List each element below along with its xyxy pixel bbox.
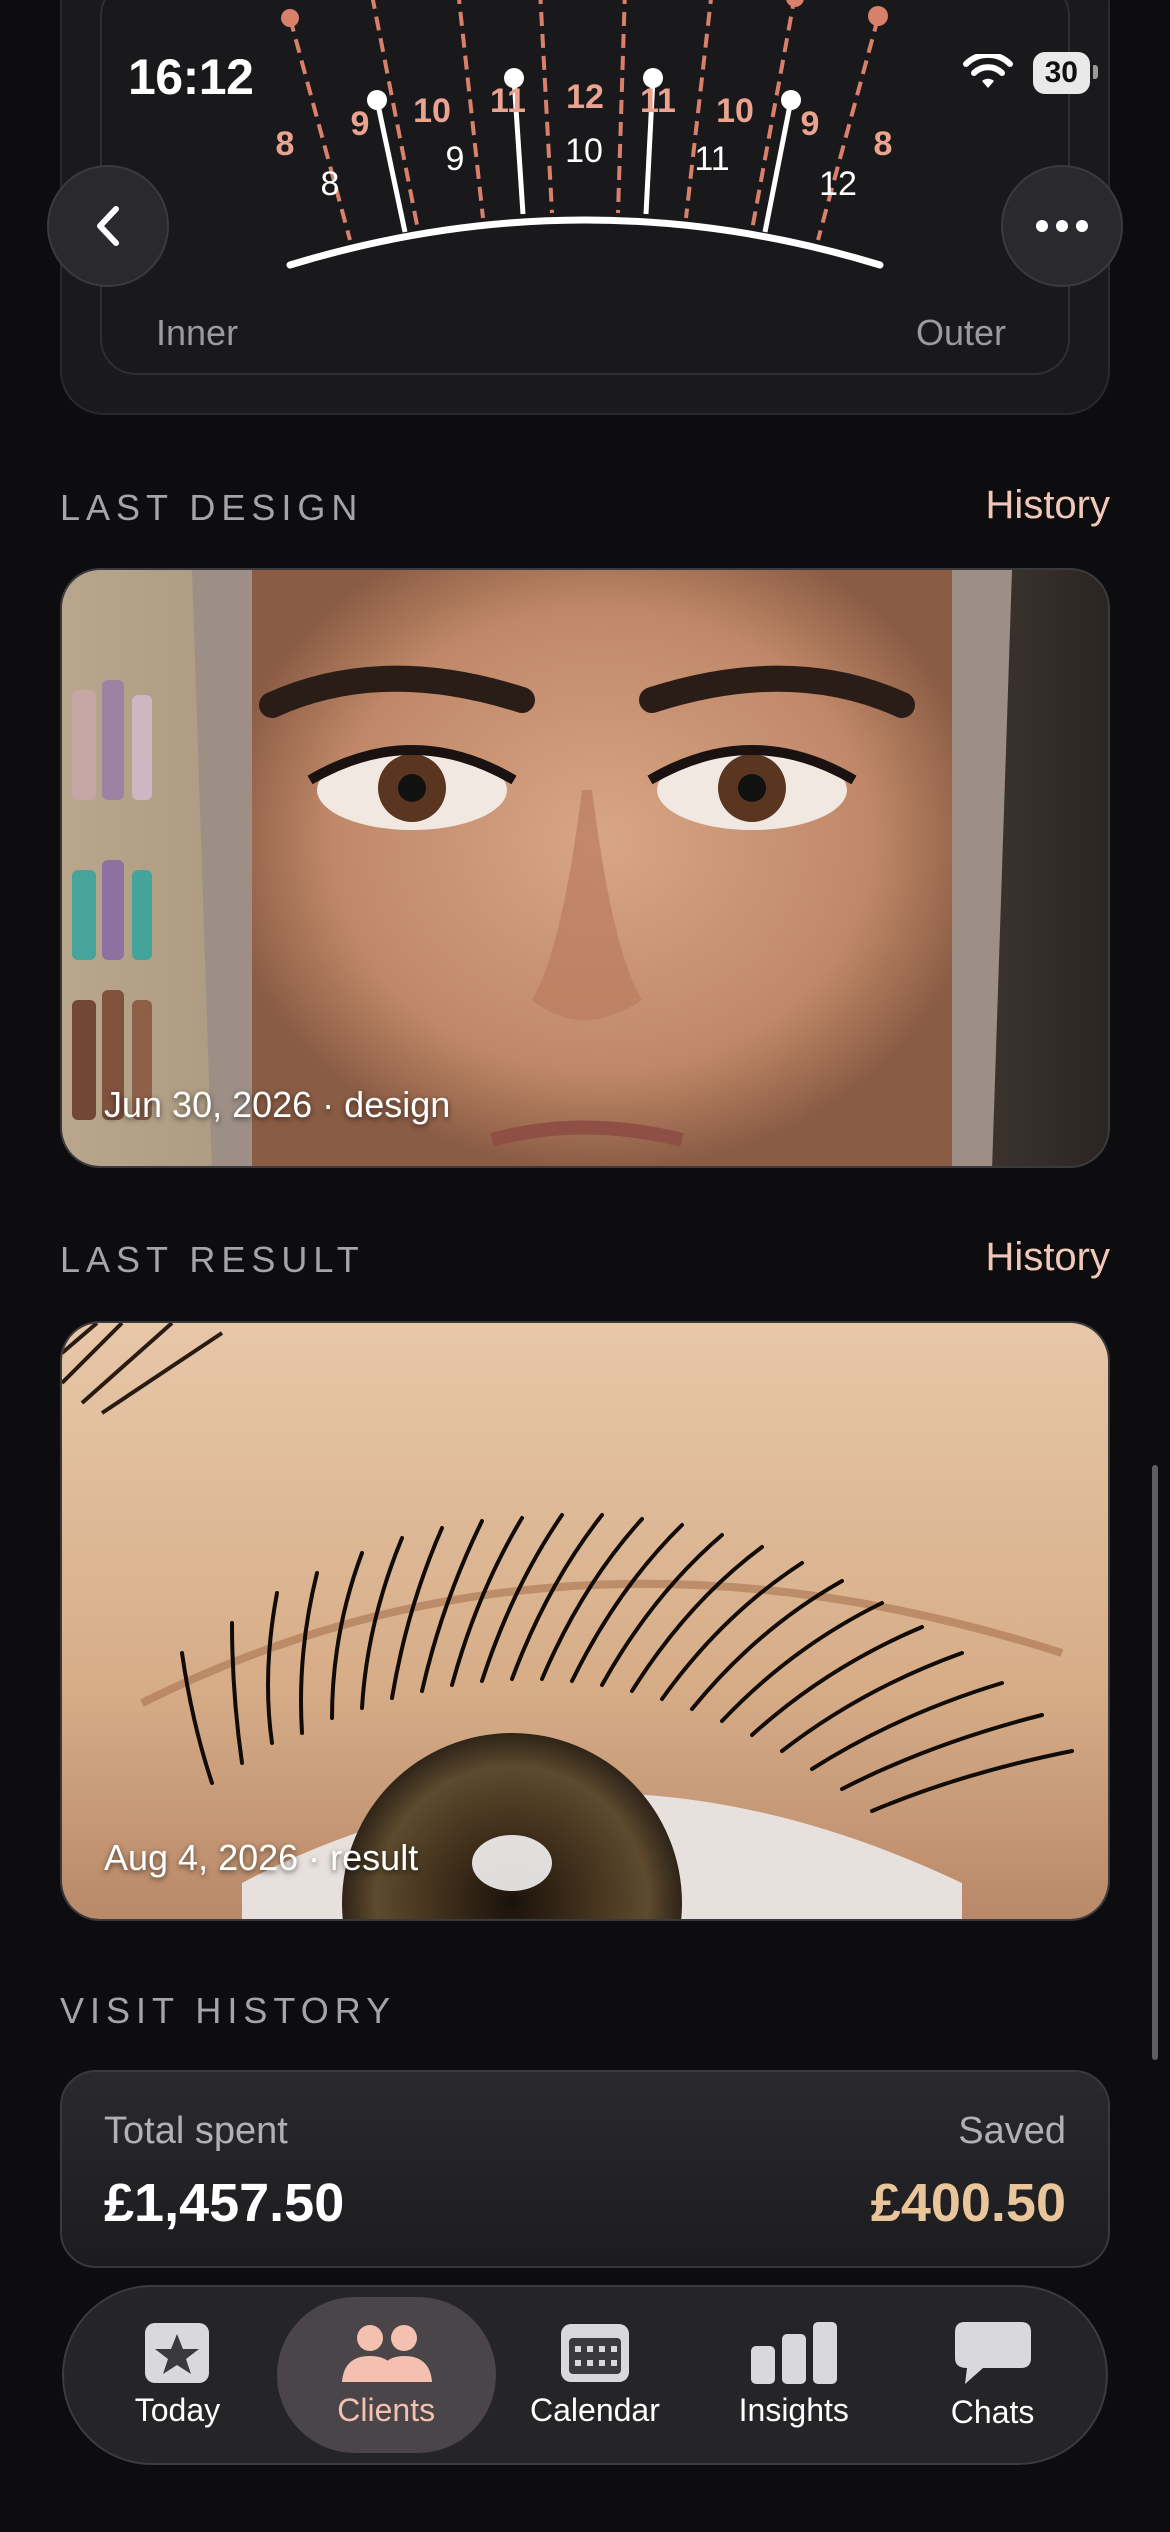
- total-spent-label: Total spent: [104, 2110, 288, 2152]
- status-icons: 30: [962, 52, 1099, 94]
- rose-length-label: 11: [490, 82, 526, 120]
- chat-bubble-icon: [954, 2321, 1031, 2384]
- design-history-link[interactable]: History: [986, 483, 1110, 528]
- visit-history-title: VISIT HISTORY: [60, 1990, 397, 2031]
- last-design-photo[interactable]: Jun 30, 2026 · design: [60, 568, 1110, 1168]
- back-button[interactable]: [47, 165, 169, 287]
- tab-label: Calendar: [530, 2391, 660, 2428]
- more-button[interactable]: [1001, 165, 1123, 287]
- status-time: 16:12: [128, 49, 254, 105]
- design-caption: Jun 30, 2026 · design: [104, 1084, 451, 1125]
- last-result-title: LAST RESULT: [60, 1239, 365, 1280]
- rose-length-label: 12: [566, 78, 604, 116]
- result-history-link[interactable]: History: [986, 1235, 1110, 1280]
- tab-today[interactable]: Today: [78, 2297, 277, 2453]
- tab-label: Insights: [738, 2391, 849, 2428]
- tab-clients[interactable]: Clients: [276, 2297, 496, 2453]
- last-design-title: LAST DESIGN: [60, 487, 364, 528]
- battery-icon: 30: [1032, 52, 1099, 94]
- star-square-icon: [145, 2322, 210, 2383]
- tab-calendar[interactable]: Calendar: [496, 2297, 695, 2453]
- outer-label: Outer: [916, 312, 1007, 353]
- white-length-label: 10: [565, 132, 603, 170]
- people-icon: [342, 2324, 433, 2382]
- scrollbar[interactable]: [1152, 1465, 1158, 2060]
- spending-summary-card: Total spent £1,457.50 Saved £400.50: [60, 2070, 1110, 2268]
- tab-label: Clients: [337, 2391, 436, 2428]
- total-spent-value: £1,457.50: [104, 2173, 345, 2233]
- tab-bar: Today Clients Calendar Insights Chats: [62, 2285, 1108, 2465]
- rose-length-label: 11: [640, 82, 676, 120]
- rose-length-label: 10: [413, 92, 451, 130]
- rose-length-label: 9: [801, 105, 820, 143]
- rose-length-label: 9: [351, 105, 370, 143]
- result-caption: Aug 4, 2026 · result: [104, 1837, 419, 1878]
- calendar-icon: [560, 2323, 629, 2382]
- face-photo-image: [62, 570, 1108, 1166]
- tab-label: Today: [134, 2391, 221, 2428]
- rose-length-label: 8: [874, 125, 893, 163]
- white-length-label: 11: [694, 140, 729, 178]
- tab-insights[interactable]: Insights: [694, 2297, 893, 2453]
- rose-length-label: 8: [276, 125, 295, 163]
- tab-label: Chats: [950, 2393, 1035, 2430]
- white-length-label: 9: [446, 140, 465, 178]
- bar-chart-icon: [750, 2321, 837, 2384]
- eye-lash-photo-image: [62, 1323, 1108, 1919]
- chevron-left-icon: [97, 206, 119, 246]
- white-length-label: 8: [321, 165, 340, 203]
- saved-value: £400.50: [870, 2173, 1066, 2233]
- ellipsis-icon: [1036, 220, 1088, 232]
- last-result-photo[interactable]: Aug 4, 2026 · result: [60, 1321, 1110, 1921]
- saved-label: Saved: [958, 2110, 1066, 2152]
- inner-label: Inner: [156, 312, 239, 353]
- tab-chats[interactable]: Chats: [893, 2297, 1092, 2453]
- rose-length-label: 10: [716, 92, 754, 130]
- white-length-label: 12: [819, 165, 857, 203]
- wifi-icon: [962, 54, 1013, 88]
